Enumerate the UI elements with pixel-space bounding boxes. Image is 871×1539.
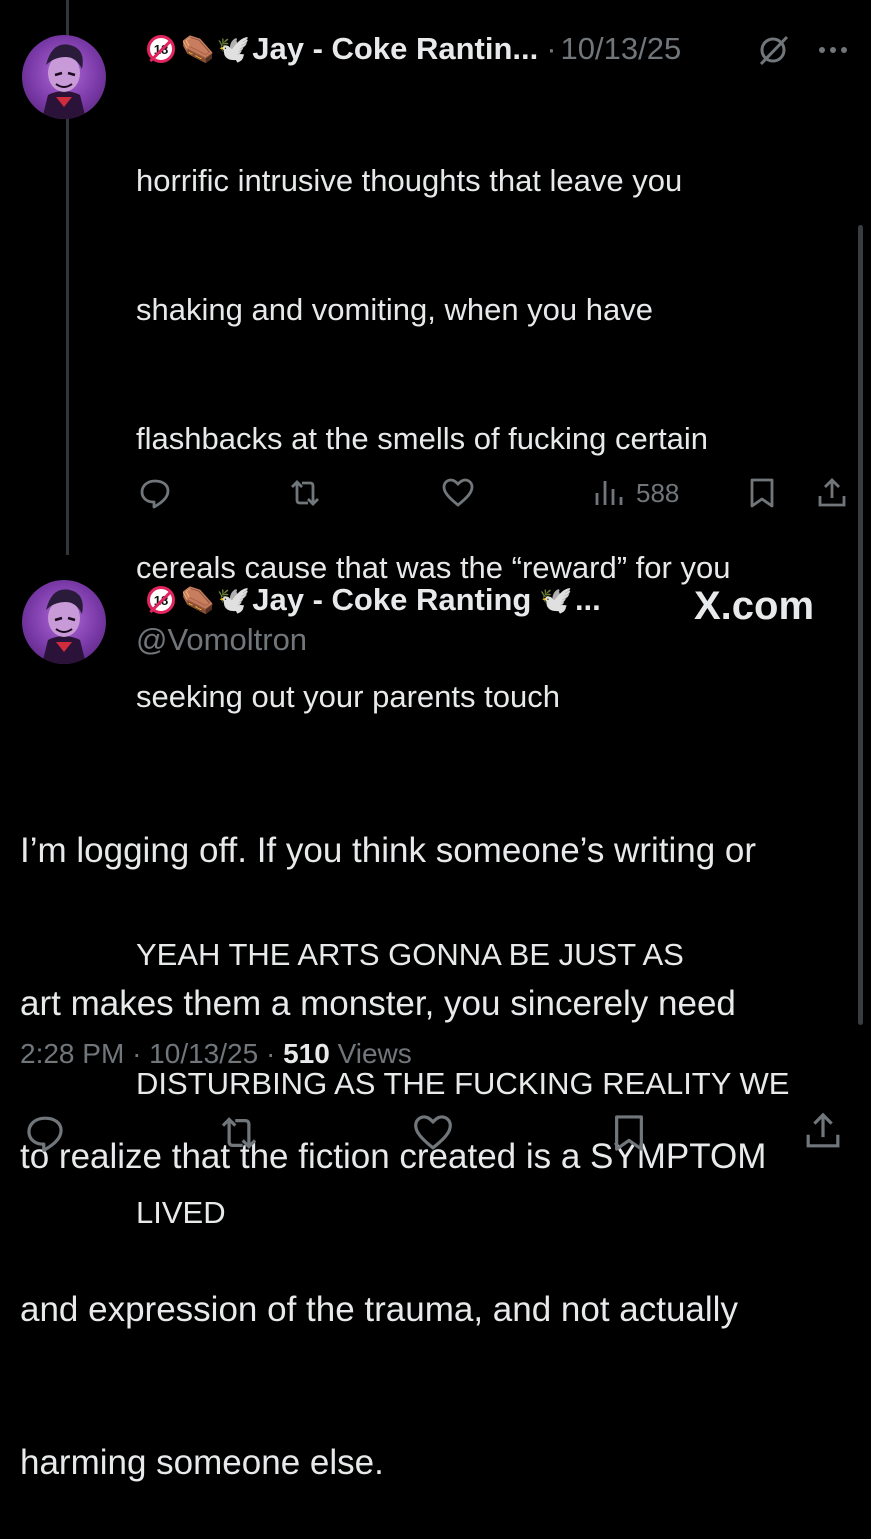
text-line: harming someone else. — [20, 1443, 384, 1482]
coffin-emoji: ⚰️ — [181, 585, 215, 615]
share-button[interactable] — [815, 476, 849, 510]
display-name[interactable]: Jay - Coke Rantin... — [252, 31, 538, 67]
avatar[interactable] — [22, 35, 106, 119]
bookmark-button[interactable] — [608, 1112, 650, 1154]
text-line: art makes them a monster, you sincerely … — [20, 984, 736, 1023]
text-line: flashbacks at the smells of fucking cert… — [136, 421, 709, 456]
like-button[interactable] — [441, 476, 475, 510]
like-icon — [442, 478, 474, 507]
name-ellipsis: ... — [574, 582, 601, 617]
dove-emoji: 🕊️ — [216, 34, 251, 64]
coffin-emoji: ⚰️ — [181, 34, 215, 64]
more-icon[interactable] — [815, 35, 851, 65]
avatar-illustration — [42, 44, 86, 119]
retweet-icon — [291, 480, 319, 506]
bookmark-button[interactable] — [745, 476, 779, 510]
text-line: and expression of the trauma, and not ac… — [20, 1290, 738, 1329]
avatar-illustration — [42, 589, 86, 664]
share-icon — [818, 478, 846, 507]
views-button[interactable]: 588 — [592, 476, 679, 510]
reply-icon — [27, 1116, 63, 1152]
like-icon — [414, 1115, 452, 1150]
handle[interactable]: @Vomoltron — [136, 622, 307, 658]
reply-button[interactable] — [138, 476, 172, 510]
scrollbar[interactable] — [858, 225, 863, 1025]
reply-icon — [140, 479, 170, 509]
like-button[interactable] — [412, 1112, 454, 1154]
retweet-button[interactable] — [288, 476, 322, 510]
dove-emoji: 🕊️ — [539, 585, 573, 615]
separator: · — [546, 31, 557, 66]
tweet-date[interactable]: 10/13/25 — [149, 1038, 258, 1069]
no-under-18-icon: 18 — [147, 586, 175, 614]
tweet-date[interactable]: 10/13/25 — [561, 31, 682, 67]
text-line: seeking out your parents touch — [136, 679, 560, 714]
text-line: shaking and vomiting, when you have — [136, 292, 653, 327]
text-line: I’m logging off. If you think someone’s … — [20, 831, 757, 870]
share-button[interactable] — [802, 1110, 844, 1152]
avatar[interactable] — [22, 580, 106, 664]
text-line: horrific intrusive thoughts that leave y… — [136, 163, 683, 198]
retweet-button[interactable] — [218, 1112, 260, 1154]
x-logo-watermark: X.com — [694, 584, 815, 628]
retweet-icon — [221, 1117, 257, 1149]
author-name-row: 18 ⚰️ 🕊️ Jay - Coke Ranting 🕊️ ... — [147, 578, 601, 622]
separator: · — [265, 1038, 276, 1069]
share-icon — [806, 1112, 840, 1148]
tweet-header: 18 ⚰️ 🕊️ Jay - Coke Rantin... · 10/13/25 — [147, 27, 681, 71]
bookmark-icon — [615, 1115, 643, 1151]
tweet-time[interactable]: 2:28 PM — [20, 1038, 124, 1069]
grok-icon[interactable] — [755, 32, 791, 68]
dove-emoji: 🕊️ — [216, 585, 251, 615]
tweet-meta: 2:28 PM · 10/13/25 · 510 Views — [20, 1038, 412, 1070]
views-label: Views — [337, 1038, 412, 1069]
bookmark-icon — [750, 478, 774, 508]
display-name[interactable]: Jay - Coke Ranting — [252, 582, 531, 618]
views-count: 510 — [283, 1038, 330, 1069]
separator: · — [132, 1038, 142, 1069]
views-icon — [595, 481, 623, 505]
reply-button[interactable] — [24, 1112, 66, 1154]
views-count: 588 — [636, 477, 680, 508]
no-under-18-icon: 18 — [147, 35, 175, 63]
